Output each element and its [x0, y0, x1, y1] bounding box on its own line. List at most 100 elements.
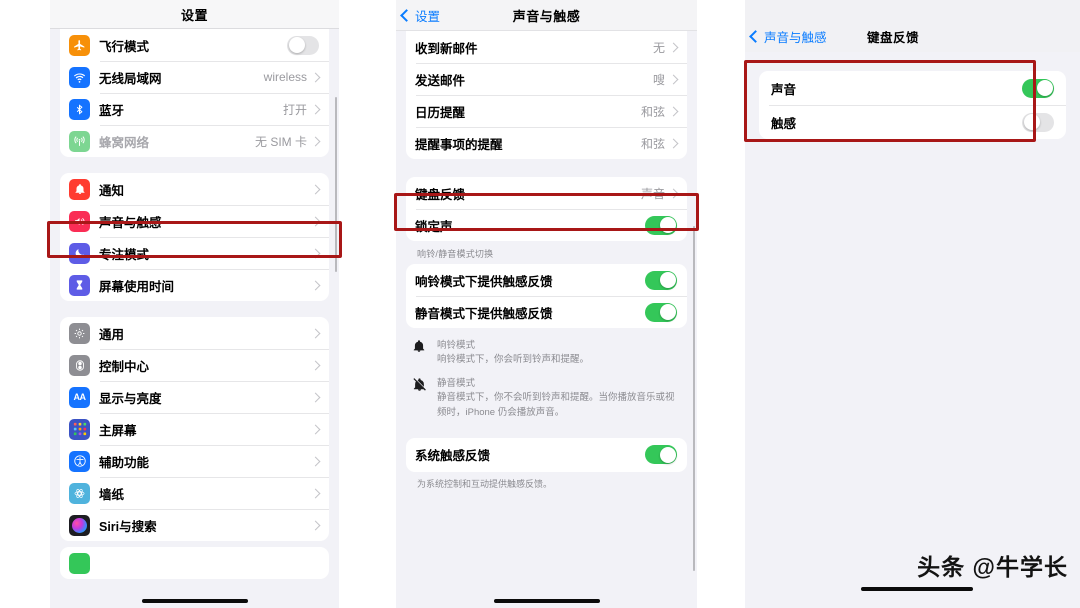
settings-row-wifi[interactable]: 无线局域网 wireless	[60, 61, 329, 93]
chevron-right-icon	[310, 392, 321, 402]
keyboard-row-haptic[interactable]: 触感	[759, 105, 1066, 139]
speaker-icon	[69, 210, 90, 232]
section-header-ring-silent: 响铃/静音模式切换	[417, 249, 494, 259]
scrollbar-thumb[interactable]	[692, 226, 695, 571]
settings-row-value: 打开	[282, 102, 307, 117]
sound-row-haptic-silent-mode[interactable]: 静音模式下提供触感反馈	[406, 296, 687, 328]
chevron-right-icon	[310, 520, 321, 530]
sound-row-keyboard-feedback[interactable]: 键盘反馈 声音	[406, 177, 687, 209]
settings-row-control-center[interactable]: 控制中心	[60, 349, 329, 381]
footnote-system-haptics: 为系统控制和互动提供触感反馈。	[417, 478, 553, 489]
chevron-right-icon	[310, 184, 321, 194]
settings-row-sounds-haptics[interactable]: 声音与触感	[60, 205, 329, 237]
settings-row-value: wireless	[263, 70, 307, 84]
scrollbar-thumb[interactable]	[334, 97, 337, 272]
keyboard-row-sound[interactable]: 声音	[759, 71, 1066, 105]
app-icon	[69, 552, 90, 574]
back-button-sounds-haptics[interactable]: 声音与触感	[749, 27, 827, 46]
keyboard-feedback-scroll-area[interactable]: 声音 触感	[745, 52, 1080, 608]
bell-slash-icon	[410, 375, 428, 420]
airplane-mode-switch[interactable]	[287, 35, 319, 55]
page-title: 键盘反馈	[867, 31, 920, 45]
chevron-right-icon	[310, 456, 321, 466]
keyboard-haptic-switch[interactable]	[1022, 112, 1054, 132]
keyboard-feedback-group: 声音 触感	[759, 71, 1066, 139]
settings-row-label: 控制中心	[99, 359, 150, 374]
accessibility-icon	[69, 450, 90, 472]
gear-icon	[69, 322, 90, 344]
sound-row-reminder-alerts[interactable]: 提醒事项的提醒 和弦	[406, 127, 687, 159]
airplane-icon	[69, 34, 90, 56]
settings-row-label: 主屏幕	[99, 423, 137, 438]
haptic-silent-mode-switch[interactable]	[645, 302, 677, 322]
settings-group-alerts: 通知 声音与触感 专注模式 屏幕使用时间	[60, 173, 329, 301]
settings-row-cellular[interactable]: 蜂窝网络 无 SIM 卡	[60, 125, 329, 157]
keyboard-sound-switch[interactable]	[1022, 78, 1054, 98]
chevron-right-icon	[310, 280, 321, 290]
chevron-left-icon	[749, 30, 762, 43]
chevron-right-icon	[310, 136, 321, 146]
sound-row-haptic-ring-mode[interactable]: 响铃模式下提供触感反馈	[406, 264, 687, 296]
sound-row-label: 收到新邮件	[415, 41, 478, 56]
sound-row-calendar-alerts[interactable]: 日历提醒 和弦	[406, 95, 687, 127]
settings-row-label: 墙纸	[99, 487, 125, 502]
settings-row-bluetooth[interactable]: 蓝牙 打开	[60, 93, 329, 125]
settings-row-siri-search[interactable]: Siri与搜索	[60, 509, 329, 541]
sound-row-label: 静音模式下提供触感反馈	[415, 306, 553, 321]
sound-row-value: 无	[652, 40, 665, 55]
phone-screen-keyboard-feedback: 声音与触感 键盘反馈 声音 触感	[745, 0, 1080, 608]
settings-group-connectivity: 飞行模式 无线局域网 wireless 蓝牙 打开 蜂窝网络 无 SIM 卡	[60, 29, 329, 157]
settings-row-partial[interactable]	[60, 547, 329, 579]
navbar-keyboard-feedback: 声音与触感 键盘反馈	[745, 0, 1080, 52]
home-indicator	[861, 587, 973, 591]
phone-screen-settings: 设置 飞行模式 无线局域网 wireless 蓝牙 打开 蜂窝网络 无 SIM …	[50, 0, 339, 608]
settings-row-focus[interactable]: 专注模式	[60, 237, 329, 269]
sound-row-value: 和弦	[640, 136, 665, 151]
lock-sound-switch[interactable]	[645, 215, 677, 235]
note-body: 响铃模式下，你会听到铃声和提醒。	[437, 354, 590, 365]
screenshot-stage: 设置 飞行模式 无线局域网 wireless 蓝牙 打开 蜂窝网络 无 SIM …	[0, 0, 1080, 608]
haptic-ring-mode-switch[interactable]	[645, 270, 677, 290]
settings-row-wallpaper[interactable]: 墙纸	[60, 477, 329, 509]
settings-row-general[interactable]: 通用	[60, 317, 329, 349]
keyboard-row-label: 触感	[771, 116, 797, 131]
sound-group-ring-silent: 响铃模式下提供触感反馈 静音模式下提供触感反馈	[406, 264, 687, 328]
chevron-right-icon	[310, 488, 321, 498]
navbar-sounds-haptics: 设置 声音与触感	[396, 0, 697, 31]
settings-row-home-screen[interactable]: 主屏幕	[60, 413, 329, 445]
wifi-icon	[69, 66, 90, 88]
note-body: 静音模式下，你不会听到铃声和提醒。当你播放音乐或视频时，iPhone 仍会播放声…	[437, 392, 675, 418]
page-title: 设置	[180, 7, 208, 23]
sound-group-alert-tones: 收到新邮件 无 发送邮件 嗖 日历提醒 和弦 提醒事项的提醒 和弦	[406, 31, 687, 159]
settings-row-accessibility[interactable]: 辅助功能	[60, 445, 329, 477]
sound-row-label: 发送邮件	[415, 73, 466, 88]
sound-row-system-haptics[interactable]: 系统触感反馈	[406, 438, 687, 472]
sounds-scroll-area[interactable]: 收到新邮件 无 发送邮件 嗖 日历提醒 和弦 提醒事项的提醒 和弦 键盘反馈 声…	[396, 31, 697, 608]
sound-row-value: 声音	[640, 186, 665, 201]
settings-group-system: 通用 控制中心 AA 显示与亮度 主屏幕 辅助功能 墙纸 Siri与搜索	[60, 317, 329, 541]
chevron-right-icon	[668, 42, 679, 52]
sound-row-label: 响铃模式下提供触感反馈	[415, 274, 553, 289]
settings-row-label: 蜂窝网络	[99, 135, 150, 150]
keyboard-row-label: 声音	[771, 82, 797, 97]
settings-row-display-brightness[interactable]: AA 显示与亮度	[60, 381, 329, 413]
settings-row-label: 通用	[99, 327, 125, 342]
sound-row-label: 提醒事项的提醒	[415, 137, 503, 152]
settings-row-screen-time[interactable]: 屏幕使用时间	[60, 269, 329, 301]
control-center-icon	[69, 354, 90, 376]
chevron-right-icon	[668, 106, 679, 116]
sound-row-lock-sound[interactable]: 锁定声	[406, 209, 687, 241]
settings-row-label: 辅助功能	[99, 455, 150, 470]
settings-row-airplane-mode[interactable]: 飞行模式	[60, 29, 329, 61]
sound-row-new-mail[interactable]: 收到新邮件 无	[406, 31, 687, 63]
sound-row-sent-mail[interactable]: 发送邮件 嗖	[406, 63, 687, 95]
settings-row-notifications[interactable]: 通知	[60, 173, 329, 205]
system-haptics-switch[interactable]	[645, 445, 677, 465]
back-button-settings[interactable]: 设置	[400, 6, 440, 25]
bell-icon	[69, 178, 90, 200]
settings-scroll-area[interactable]: 飞行模式 无线局域网 wireless 蓝牙 打开 蜂窝网络 无 SIM 卡 通…	[50, 29, 339, 608]
chevron-right-icon	[668, 188, 679, 198]
chevron-right-icon	[310, 216, 321, 226]
chevron-left-icon	[400, 8, 413, 22]
